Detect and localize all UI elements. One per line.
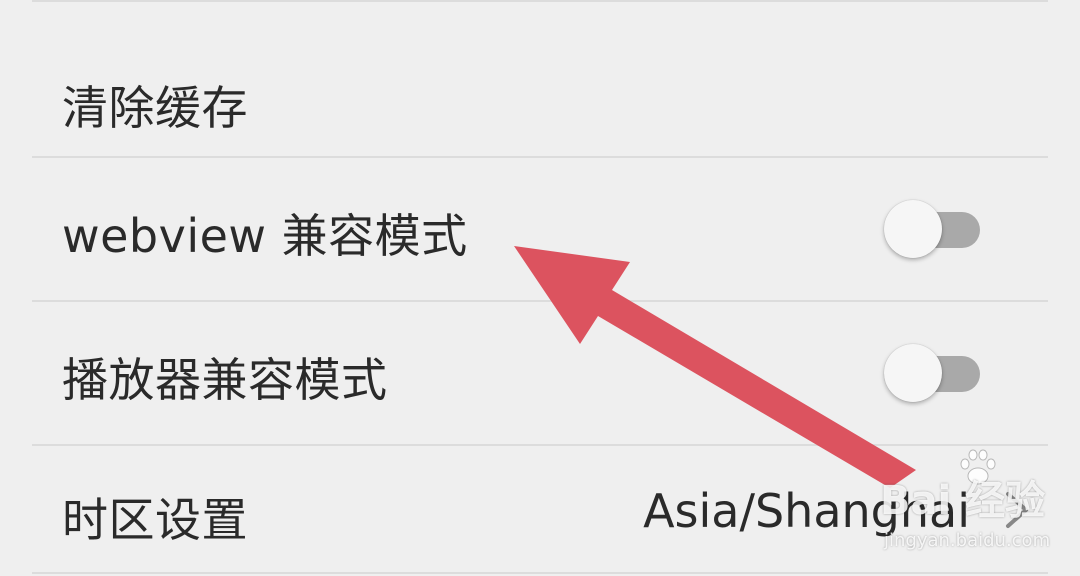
settings-item-clear-cache[interactable]: 清除缓存 (0, 6, 1080, 156)
toggle-thumb (884, 344, 942, 402)
webview-compat-toggle[interactable] (884, 200, 980, 260)
settings-item-label: 播放器兼容模式 (62, 353, 388, 407)
divider (32, 0, 1048, 2)
watermark-title: Bai 经验 (880, 478, 1046, 524)
player-compat-toggle[interactable] (884, 344, 980, 404)
settings-item-label: 清除缓存 (62, 81, 248, 135)
settings-item-player-compat: 播放器兼容模式 (0, 302, 1080, 444)
settings-screen: 清除缓存 webview 兼容模式 播放器兼容模式 时区设置 Asia/Shan… (0, 0, 1080, 576)
settings-item-webview-compat: webview 兼容模式 (0, 158, 1080, 300)
toggle-thumb (884, 200, 942, 258)
divider (32, 572, 1048, 574)
watermark: Bai 经验 jingyan.baidu.com (880, 449, 1051, 560)
settings-item-label: 时区设置 (62, 493, 248, 547)
settings-item-label: webview 兼容模式 (62, 209, 468, 263)
watermark-url: jingyan.baidu.com (884, 530, 1051, 551)
